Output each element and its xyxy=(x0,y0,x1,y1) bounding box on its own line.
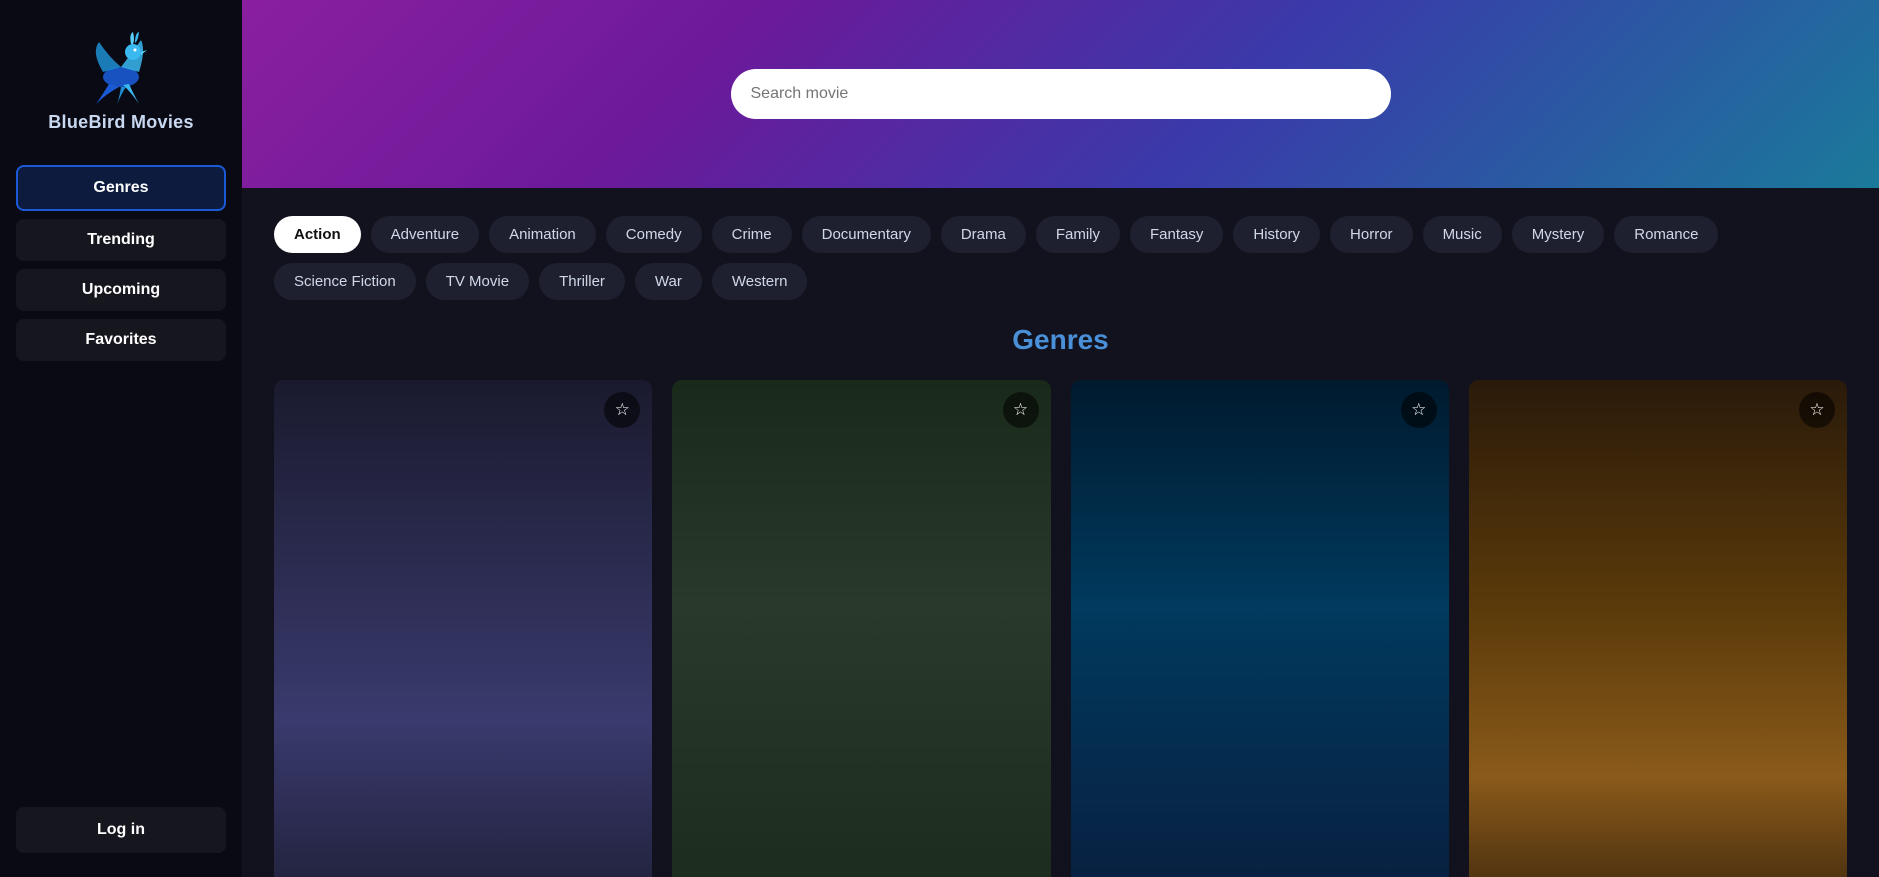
favorite-button-shazam[interactable]: ☆ xyxy=(1799,392,1835,428)
genre-tag-action[interactable]: Action xyxy=(274,216,361,253)
sidebar-item-favorites[interactable]: Favorites xyxy=(16,319,226,361)
content-area: Action Adventure Animation Comedy Crime Docum… xyxy=(242,188,1879,877)
sidebar-item-trending[interactable]: Trending xyxy=(16,219,226,261)
genre-tag-crime[interactable]: Crime xyxy=(712,216,792,253)
logo-bird-icon xyxy=(81,24,161,104)
genre-tags: Action Adventure Animation Comedy Crime Docum… xyxy=(274,216,1847,300)
movie-card-shazam[interactable]: SHAZAM!☆ xyxy=(1469,380,1847,877)
genre-tag-drama[interactable]: Drama xyxy=(941,216,1026,253)
genre-tag-science-fiction[interactable]: Science Fiction xyxy=(274,263,416,300)
genre-tag-documentary[interactable]: Documentary xyxy=(802,216,931,253)
search-input[interactable] xyxy=(731,69,1391,119)
genre-tag-history[interactable]: History xyxy=(1233,216,1320,253)
movie-card-sayen[interactable]: SAYEN☆ xyxy=(672,380,1050,877)
favorite-button-shark-side[interactable]: ☆ xyxy=(1401,392,1437,428)
movie-poster-wakanda-forever: BLACK PANTHER WAKANDA FOREVER xyxy=(274,380,652,877)
genre-tag-war[interactable]: War xyxy=(635,263,702,300)
genre-tag-adventure[interactable]: Adventure xyxy=(371,216,479,253)
genre-tag-tv-movie[interactable]: TV Movie xyxy=(426,263,529,300)
genre-tag-family[interactable]: Family xyxy=(1036,216,1120,253)
main-content: Action Adventure Animation Comedy Crime Docum… xyxy=(242,0,1879,877)
header xyxy=(242,0,1879,188)
section-title: Genres xyxy=(274,324,1847,356)
favorite-button-wakanda-forever[interactable]: ☆ xyxy=(604,392,640,428)
genre-tag-romance[interactable]: Romance xyxy=(1614,216,1718,253)
genre-tag-fantasy[interactable]: Fantasy xyxy=(1130,216,1223,253)
movie-grid: BLACK PANTHER WAKANDA FOREVER☆SAYEN☆SHAR… xyxy=(274,380,1847,877)
genre-tag-mystery[interactable]: Mystery xyxy=(1512,216,1605,253)
login-button[interactable]: Log in xyxy=(16,807,226,853)
genre-tag-western[interactable]: Western xyxy=(712,263,808,300)
movie-card-wakanda-forever[interactable]: BLACK PANTHER WAKANDA FOREVER☆ xyxy=(274,380,652,877)
sidebar: BlueBird Movies Genres Trending Upcoming Fa… xyxy=(0,0,242,877)
sidebar-item-genres[interactable]: Genres xyxy=(16,165,226,211)
favorite-button-sayen[interactable]: ☆ xyxy=(1003,392,1039,428)
app-title: BlueBird Movies xyxy=(48,112,194,133)
genre-tag-animation[interactable]: Animation xyxy=(489,216,596,253)
logo-area: BlueBird Movies xyxy=(48,24,194,133)
genre-tag-thriller[interactable]: Thriller xyxy=(539,263,625,300)
sidebar-item-upcoming[interactable]: Upcoming xyxy=(16,269,226,311)
nav-menu: Genres Trending Upcoming Favorites xyxy=(16,165,226,361)
movie-poster-sayen: SAYEN xyxy=(672,380,1050,877)
movie-poster-shark-side: SHARK SIDE xyxy=(1071,380,1449,877)
genre-tag-horror[interactable]: Horror xyxy=(1330,216,1413,253)
genre-tag-music[interactable]: Music xyxy=(1423,216,1502,253)
movie-poster-shazam: SHAZAM! xyxy=(1469,380,1847,877)
movie-card-shark-side[interactable]: SHARK SIDE☆ xyxy=(1071,380,1449,877)
genre-tag-comedy[interactable]: Comedy xyxy=(606,216,702,253)
